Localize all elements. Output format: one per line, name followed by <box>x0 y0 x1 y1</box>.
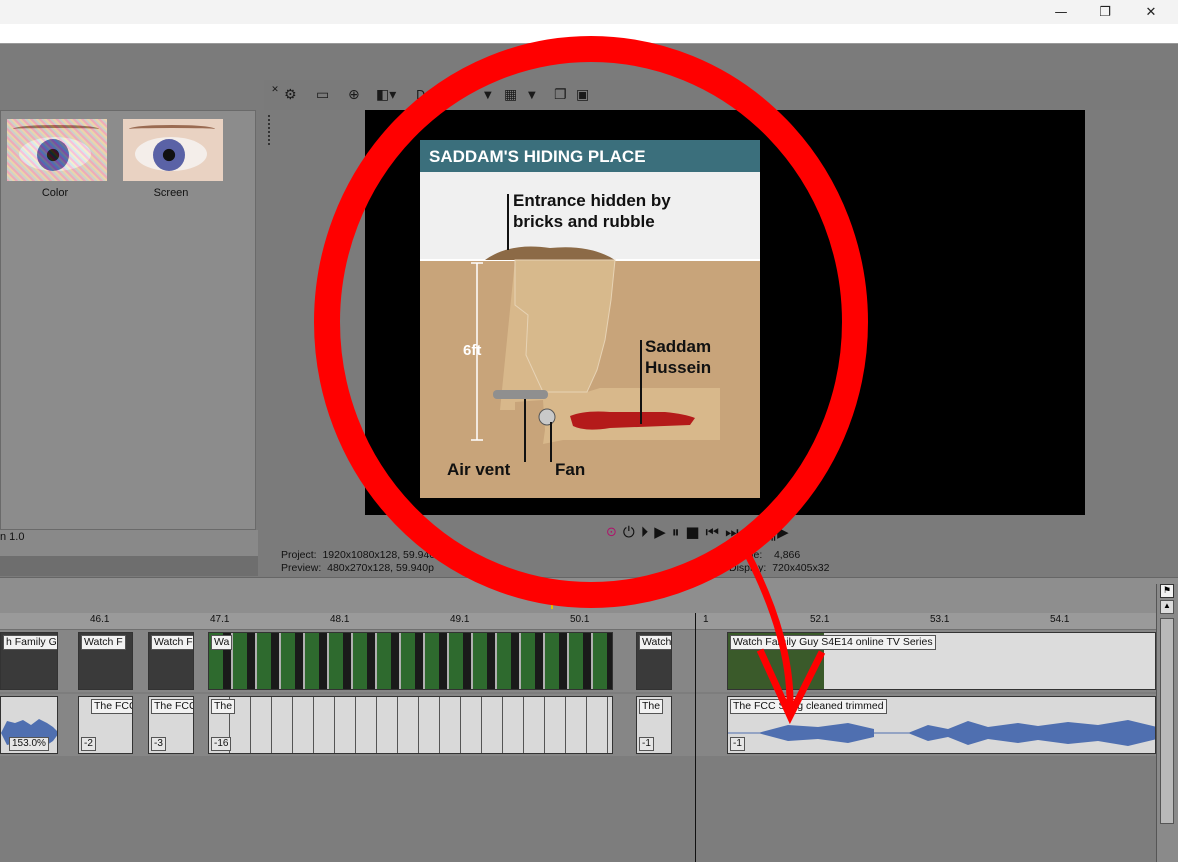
red-arrow-shaft <box>743 551 794 711</box>
red-circle-annotation <box>314 36 868 608</box>
annotation-overlay <box>314 36 868 725</box>
